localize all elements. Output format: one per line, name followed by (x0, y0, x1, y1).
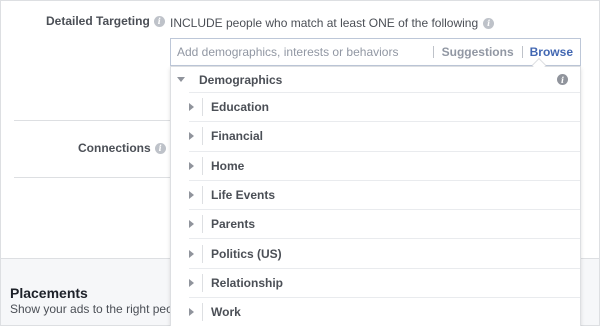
caret-right-icon (189, 132, 194, 141)
dropdown-item-financial[interactable]: Financial (189, 121, 580, 150)
placements-description: Show your ads to the right peo (10, 302, 170, 316)
item-label: Home (211, 158, 245, 173)
divider (202, 186, 203, 205)
info-icon[interactable]: i (557, 74, 568, 85)
section-divider (14, 177, 170, 178)
include-text: INCLUDE people who match at least ONE of… (170, 16, 479, 30)
item-label: Work (211, 305, 241, 320)
caret-right-icon (189, 161, 194, 170)
caret-right-icon (189, 220, 194, 229)
caret-right-icon (189, 103, 194, 112)
info-icon[interactable]: i (483, 17, 495, 29)
section-divider (14, 120, 170, 121)
include-description: INCLUDE people who match at least ONE of… (170, 16, 495, 30)
item-label: Education (211, 100, 270, 115)
dropdown-item-life-events[interactable]: Life Events (189, 179, 580, 209)
info-icon[interactable]: i (154, 142, 166, 154)
detailed-targeting-label: Detailed Targeting i (46, 14, 165, 28)
caret-down-icon (177, 77, 185, 82)
item-label: Politics (US) (211, 246, 282, 261)
browse-dropdown: Demographics i Education Financial Home … (170, 66, 581, 326)
divider (202, 273, 203, 292)
category-demographics[interactable]: Demographics i (171, 67, 580, 92)
divider (202, 215, 203, 234)
detailed-targeting-text: Detailed Targeting (46, 14, 150, 28)
connections-text: Connections (78, 141, 151, 155)
divider (202, 98, 203, 117)
caret-right-icon (189, 308, 194, 317)
divider (202, 244, 203, 263)
dropdown-item-politics[interactable]: Politics (US) (189, 238, 580, 267)
caret-right-icon (189, 278, 194, 287)
dropdown-item-relationship[interactable]: Relationship (189, 267, 580, 297)
info-icon[interactable]: i (153, 15, 165, 27)
item-label: Parents (211, 217, 256, 232)
dropdown-item-parents[interactable]: Parents (189, 209, 580, 238)
category-label: Demographics (199, 72, 283, 87)
item-label: Financial (211, 129, 264, 144)
targeting-search-input[interactable] (171, 39, 433, 65)
browse-link[interactable]: Browse (523, 45, 580, 59)
divider (202, 156, 203, 175)
divider (202, 127, 203, 146)
targeting-search-box: Suggestions Browse (170, 38, 581, 66)
dropdown-item-home[interactable]: Home (189, 150, 580, 180)
item-label: Life Events (211, 188, 276, 203)
dropdown-item-education[interactable]: Education (189, 92, 580, 121)
placements-title: Placements (10, 285, 88, 301)
caret-right-icon (189, 191, 194, 200)
dropdown-item-work[interactable]: Work (189, 297, 580, 326)
suggestions-link[interactable]: Suggestions (434, 45, 522, 59)
connections-label: Connections i (78, 141, 166, 155)
caret-right-icon (189, 249, 194, 258)
item-label: Relationship (211, 275, 284, 290)
divider (202, 303, 203, 322)
